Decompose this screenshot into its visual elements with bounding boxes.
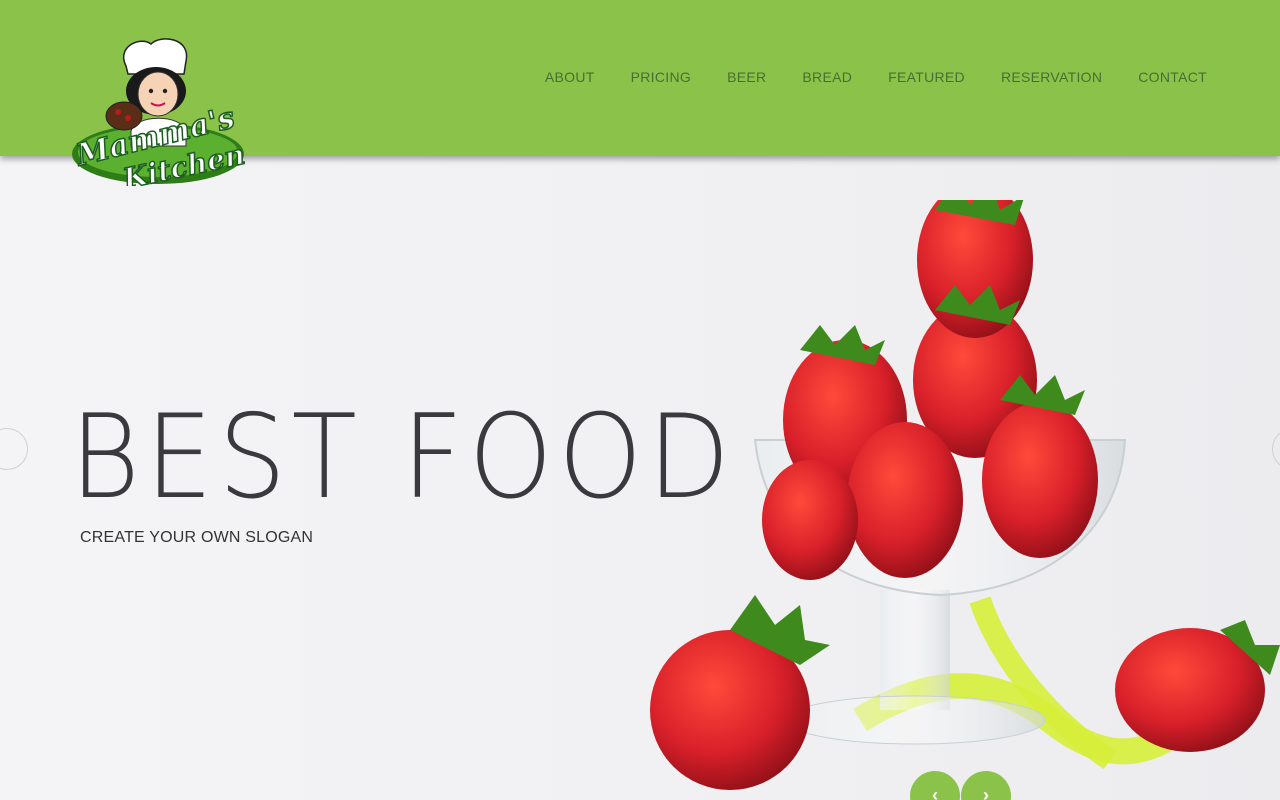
chevron-right-icon: › [983,785,989,800]
chevron-left-icon: ‹ [932,785,938,800]
slider-controls: ‹ › [910,771,1011,800]
nav-item-contact[interactable]: CONTACT [1138,69,1207,85]
slider-prev-button[interactable]: ‹ [910,771,960,800]
slider-next-button[interactable]: › [961,771,1011,800]
nav-item-beer[interactable]: BEER [727,69,766,85]
main-nav: ABOUT PRICING BEER BREAD FEATURED RESERV… [545,69,1207,85]
hero-slogan: CREATE YOUR OWN SLOGAN [80,529,314,546]
nav-item-reservation[interactable]: RESERVATION [1001,69,1102,85]
hero-headline: BEST FOOD [70,390,736,525]
nav-item-featured[interactable]: FEATURED [888,69,965,85]
nav-item-pricing[interactable]: PRICING [631,69,691,85]
nav-item-about[interactable]: ABOUT [545,69,595,85]
nav-item-bread[interactable]: BREAD [802,69,852,85]
mammas-kitchen-logo[interactable]: Mamma's Kitchen [66,36,250,186]
hero-prev-edge-arrow[interactable] [0,428,28,470]
